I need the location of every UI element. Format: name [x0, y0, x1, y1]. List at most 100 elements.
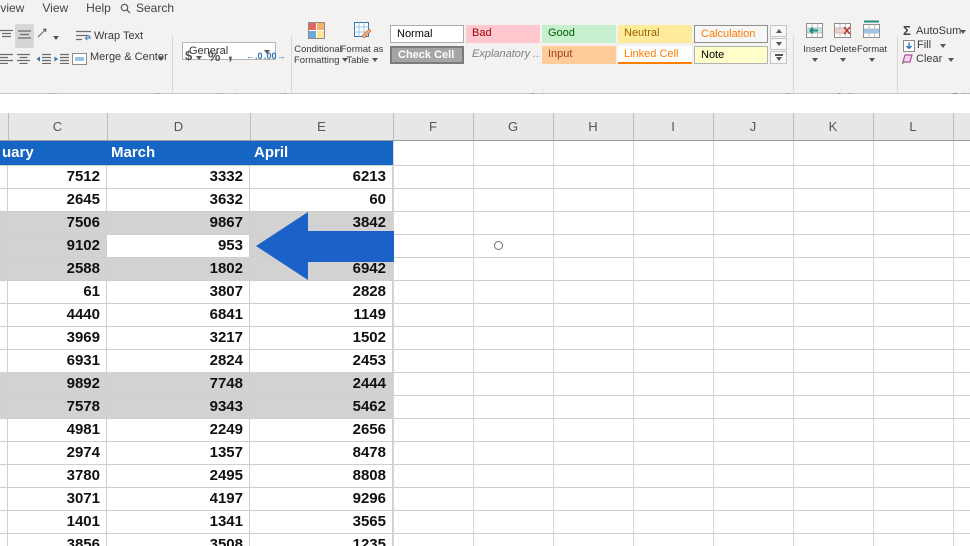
- orientation-dropdown-chevron[interactable]: [53, 36, 59, 40]
- align-left-icon[interactable]: [0, 51, 13, 69]
- cell-e[interactable]: 8478: [250, 442, 393, 464]
- cell-d[interactable]: 1341: [107, 511, 250, 533]
- styles-scroll-down-button[interactable]: [770, 38, 787, 50]
- column-header-f[interactable]: F: [393, 117, 473, 137]
- cell-b-sliver[interactable]: [0, 511, 8, 533]
- cell-c[interactable]: 4440: [8, 304, 107, 326]
- tab-help[interactable]: Help: [86, 1, 111, 15]
- currency-icon[interactable]: $: [185, 48, 192, 63]
- tab-view[interactable]: View: [42, 1, 68, 15]
- search-control[interactable]: Search: [120, 1, 174, 15]
- clear-button[interactable]: Clear: [916, 53, 942, 65]
- cell-b-sliver[interactable]: [0, 327, 8, 349]
- style-linked-cell[interactable]: Linked Cell: [618, 46, 692, 64]
- cell-e[interactable]: 3565: [250, 511, 393, 533]
- cell-c[interactable]: 4981: [8, 419, 107, 441]
- conditional-formatting-button[interactable]: Conditional Formatting: [294, 44, 349, 66]
- cell-e[interactable]: 1502: [250, 327, 393, 349]
- delete-chevron[interactable]: [840, 58, 846, 62]
- cell-c[interactable]: 2588: [8, 258, 107, 280]
- cell-d[interactable]: 9867: [107, 212, 250, 234]
- style-note[interactable]: Note: [694, 46, 768, 64]
- insert-chevron[interactable]: [812, 58, 818, 62]
- cell-c[interactable]: 2974: [8, 442, 107, 464]
- styles-more-button[interactable]: [770, 51, 787, 64]
- currency-chevron[interactable]: [196, 56, 202, 60]
- cell-e[interactable]: 2656: [250, 419, 393, 441]
- cell-c[interactable]: 3856: [8, 534, 107, 546]
- cell-b-sliver[interactable]: [0, 396, 8, 418]
- format-chevron[interactable]: [869, 58, 875, 62]
- column-header-e[interactable]: E: [250, 117, 393, 137]
- cell-d[interactable]: 3508: [107, 534, 250, 546]
- cell-e[interactable]: 6213: [250, 166, 393, 188]
- cell-c[interactable]: 1401: [8, 511, 107, 533]
- cell-d[interactable]: 7748: [107, 373, 250, 395]
- column-header-j[interactable]: J: [713, 117, 793, 137]
- cell-d[interactable]: 6841: [107, 304, 250, 326]
- increase-indent-icon[interactable]: [54, 51, 69, 69]
- cell-b-sliver[interactable]: [0, 465, 8, 487]
- cell-e[interactable]: 8808: [250, 465, 393, 487]
- align-middle-icon[interactable]: [15, 24, 34, 48]
- month-header-c[interactable]: uary: [2, 144, 34, 161]
- style-bad[interactable]: Bad: [466, 25, 540, 43]
- cell-d[interactable]: 4197: [107, 488, 250, 510]
- cell-c[interactable]: 61: [8, 281, 107, 303]
- orientation-icon[interactable]: [36, 26, 50, 44]
- cell-d[interactable]: 1357: [107, 442, 250, 464]
- fill-chevron[interactable]: [940, 44, 946, 48]
- cell-c[interactable]: 3969: [8, 327, 107, 349]
- column-header-c[interactable]: C: [8, 117, 107, 137]
- cell-d[interactable]: 3332: [107, 166, 250, 188]
- cell-b-sliver[interactable]: [0, 281, 8, 303]
- cell-e[interactable]: 1235: [250, 534, 393, 546]
- percent-icon[interactable]: %: [208, 48, 220, 64]
- cell-b-sliver[interactable]: [0, 419, 8, 441]
- cell-c[interactable]: 6931: [8, 350, 107, 372]
- cell-e[interactable]: 2453: [250, 350, 393, 372]
- column-header-l[interactable]: L: [873, 117, 953, 137]
- month-header-d[interactable]: March: [111, 144, 155, 161]
- cell-d[interactable]: 953: [107, 235, 250, 257]
- cell-b-sliver[interactable]: [0, 373, 8, 395]
- merge-center-button[interactable]: Merge & Center: [90, 51, 168, 63]
- cell-c[interactable]: 7512: [8, 166, 107, 188]
- increase-decimal-icon[interactable]: ←.0: [246, 51, 263, 61]
- align-center-icon[interactable]: [17, 51, 30, 69]
- style-input[interactable]: Input: [542, 46, 616, 64]
- cell-b-sliver[interactable]: [0, 534, 8, 546]
- decrease-decimal-icon[interactable]: .00→: [264, 51, 286, 61]
- cell-d[interactable]: 2824: [107, 350, 250, 372]
- column-header-d[interactable]: D: [107, 117, 250, 137]
- cell-b-sliver[interactable]: [0, 304, 8, 326]
- cell-b-sliver[interactable]: [0, 258, 8, 280]
- cell-d[interactable]: 3632: [107, 189, 250, 211]
- align-top-icon[interactable]: [0, 27, 13, 45]
- cell-d[interactable]: 2249: [107, 419, 250, 441]
- style-neutral[interactable]: Neutral: [618, 25, 692, 43]
- column-header-g[interactable]: G: [473, 117, 553, 137]
- cell-d[interactable]: 9343: [107, 396, 250, 418]
- cell-d[interactable]: 1802: [107, 258, 250, 280]
- fill-button[interactable]: Fill: [917, 39, 931, 51]
- column-header-i[interactable]: I: [633, 117, 713, 137]
- cell-c[interactable]: 9102: [8, 235, 107, 257]
- comma-style-icon[interactable]: ,: [228, 44, 233, 64]
- merge-center-icon[interactable]: [72, 52, 87, 70]
- autosum-chevron[interactable]: [960, 30, 966, 34]
- style-good[interactable]: Good: [542, 25, 616, 43]
- cell-c[interactable]: 3071: [8, 488, 107, 510]
- cell-c[interactable]: 7578: [8, 396, 107, 418]
- merge-center-chevron[interactable]: [158, 57, 164, 61]
- cell-b-sliver[interactable]: [0, 166, 8, 188]
- format-as-table-button[interactable]: Format as Table: [338, 44, 386, 66]
- wrap-text-icon[interactable]: [76, 29, 91, 47]
- cell-d[interactable]: 3807: [107, 281, 250, 303]
- cell-d[interactable]: 2495: [107, 465, 250, 487]
- styles-scroll-up-button[interactable]: [770, 25, 787, 37]
- cell-e[interactable]: 9296: [250, 488, 393, 510]
- cell-e[interactable]: 5462: [250, 396, 393, 418]
- cell-c[interactable]: 9892: [8, 373, 107, 395]
- cell-b-sliver[interactable]: [0, 442, 8, 464]
